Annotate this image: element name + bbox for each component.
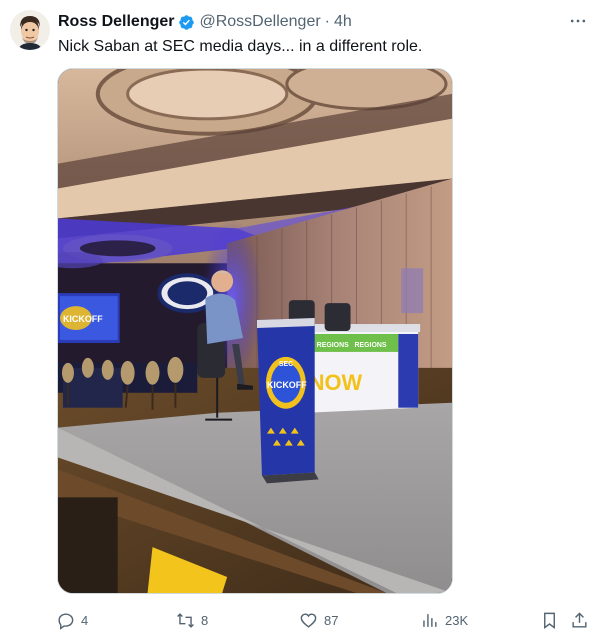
views-button[interactable]: 23K [420,608,468,632]
reply-icon [58,612,74,630]
avatar-illustration [10,10,50,50]
podium-top-text: SEC [279,361,293,368]
separator-dot: · [324,13,330,30]
more-dots-icon[interactable] [565,8,591,34]
tweet-photo[interactable]: KICKOFF REGIONS REGIONS NOW SEC KICKOFF [57,68,453,594]
desk-sponsor-right: REGIONS [354,342,386,349]
repost-count: 8 [201,612,209,628]
verified-badge-icon[interactable] [178,14,195,31]
share-button[interactable] [570,608,589,632]
like-count: 87 [324,612,339,628]
like-button[interactable]: 87 [299,608,338,632]
timestamp[interactable]: 4h [334,12,352,32]
tweet-card[interactable]: Ross Dellenger @RossDellenger · 4h Nick … [0,0,607,640]
views-icon [423,613,437,627]
bookmark-icon [544,612,555,629]
author-name[interactable]: Ross Dellenger [58,12,174,32]
desk-now-text: NOW [309,370,363,395]
reply-button[interactable]: 4 [56,608,88,632]
tweet-text: Nick Saban at SEC media days... in a dif… [58,38,423,55]
reply-count: 4 [81,612,89,628]
podium-main-text: KICKOFF [267,380,307,390]
avatar[interactable] [10,10,50,50]
action-bar: 4 8 87 23K [56,608,591,632]
views-count: 23K [445,612,469,628]
heart-icon [300,612,317,628]
desk-sponsor-left: REGIONS [317,342,349,349]
share-icon [572,611,587,628]
author-handle[interactable]: @RossDellenger [199,12,320,32]
ballroom-photo: KICKOFF REGIONS REGIONS NOW SEC KICKOFF [58,69,452,593]
repost-icon [177,612,194,628]
tweet-header: Ross Dellenger @RossDellenger · 4h [58,11,591,33]
person-head [211,270,234,293]
bookmark-button[interactable] [540,608,559,632]
screen-text: KICKOFF [63,314,103,324]
repost-button[interactable]: 8 [176,608,208,632]
